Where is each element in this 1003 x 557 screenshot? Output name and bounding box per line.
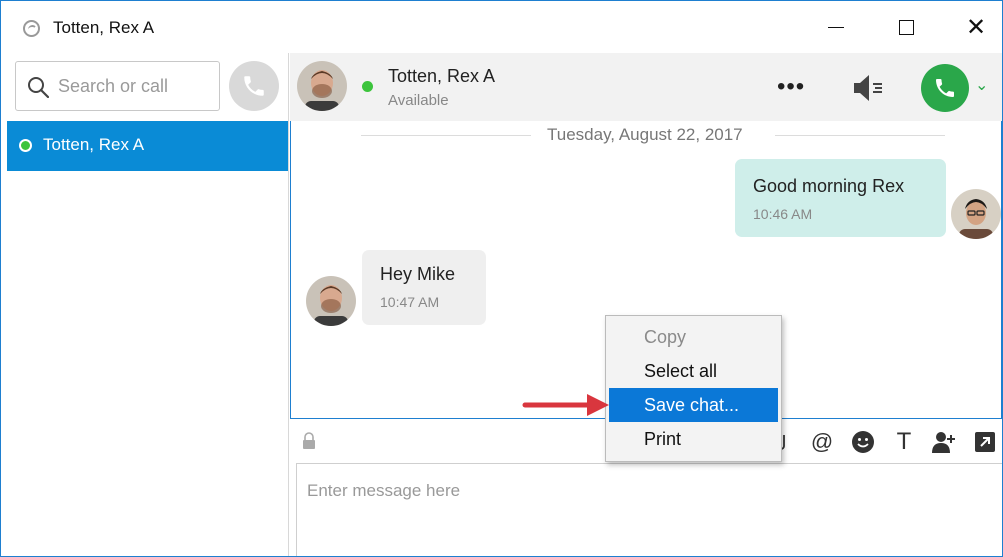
conversation-header: Totten, Rex A Available ••• ⌄ bbox=[290, 53, 1002, 121]
add-participant-icon[interactable] bbox=[931, 429, 957, 455]
smiley-icon bbox=[852, 431, 874, 453]
minimize-icon bbox=[828, 26, 844, 28]
contact-name: Totten, Rex A bbox=[388, 66, 496, 86]
incoming-message[interactable]: Hey Mike 10:47 AM bbox=[362, 250, 486, 325]
title-bar: Totten, Rex A ✕ bbox=[1, 1, 1002, 53]
presence-available-icon bbox=[19, 139, 32, 152]
window-title: Totten, Rex A bbox=[53, 18, 155, 37]
self-avatar-image bbox=[951, 189, 1001, 239]
sidebar-call-button[interactable] bbox=[229, 61, 279, 111]
menu-item-label: Print bbox=[644, 429, 682, 449]
outgoing-message[interactable]: Good morning Rex 10:46 AM bbox=[735, 159, 946, 237]
search-input[interactable] bbox=[58, 72, 213, 100]
popout-arrow-icon bbox=[975, 432, 995, 452]
text-format-icon[interactable]: T bbox=[891, 428, 917, 455]
chevron-down-icon[interactable]: ⌄ bbox=[975, 75, 988, 95]
menu-item-print[interactable]: Print bbox=[609, 422, 778, 456]
message-time: 10:46 AM bbox=[753, 206, 813, 222]
menu-item-label: Copy bbox=[644, 327, 687, 347]
context-menu: Copy Select all Save chat... Print bbox=[605, 315, 782, 462]
call-button[interactable] bbox=[921, 64, 969, 112]
phone-icon bbox=[936, 79, 954, 97]
emoji-icon[interactable] bbox=[850, 429, 876, 455]
close-button[interactable]: ✕ bbox=[953, 1, 999, 53]
menu-item-label: Save chat... bbox=[644, 395, 740, 415]
lock-icon bbox=[303, 432, 315, 449]
message-compose-box[interactable] bbox=[296, 463, 1002, 556]
search-icon bbox=[28, 77, 49, 98]
menu-item-label: Select all bbox=[644, 361, 718, 381]
maximize-button[interactable] bbox=[883, 1, 929, 53]
search-box[interactable] bbox=[15, 61, 220, 111]
message-input[interactable] bbox=[307, 478, 987, 504]
message-text: Good morning Rex bbox=[753, 176, 905, 196]
minimize-button[interactable] bbox=[813, 1, 859, 53]
contacts-sidebar: Totten, Rex A bbox=[7, 53, 289, 556]
date-divider-line bbox=[361, 135, 531, 136]
message-text: Hey Mike bbox=[380, 264, 456, 284]
contact-list-item[interactable]: Totten, Rex A bbox=[7, 121, 288, 171]
avatar[interactable] bbox=[297, 61, 347, 111]
date-divider-line bbox=[775, 135, 945, 136]
message-time: 10:47 AM bbox=[380, 294, 440, 310]
contact-name: Totten, Rex A bbox=[43, 135, 145, 154]
menu-item-select-all[interactable]: Select all bbox=[609, 354, 778, 388]
app-logo-icon bbox=[23, 20, 40, 37]
presence-status: Available bbox=[388, 92, 449, 109]
mention-icon[interactable]: @ bbox=[809, 429, 835, 455]
contact-avatar-image bbox=[306, 276, 356, 326]
menu-item-copy[interactable]: Copy bbox=[609, 320, 778, 354]
speaker-volume-icon[interactable] bbox=[851, 72, 885, 104]
add-person-icon bbox=[932, 432, 955, 453]
annotation-arrow-icon bbox=[522, 394, 609, 416]
app-window: Totten, Rex A ✕ Totten, Rex A bbox=[0, 0, 1003, 557]
more-options-icon[interactable]: ••• bbox=[777, 73, 805, 101]
maximize-icon bbox=[898, 19, 914, 35]
popout-icon[interactable] bbox=[972, 429, 998, 455]
presence-available-icon bbox=[362, 81, 373, 92]
phone-icon bbox=[244, 76, 264, 96]
avatar bbox=[306, 276, 356, 326]
date-separator: Tuesday, August 22, 2017 bbox=[547, 125, 743, 144]
contact-avatar-image bbox=[297, 61, 347, 111]
menu-item-save-chat[interactable]: Save chat... bbox=[609, 388, 778, 422]
avatar bbox=[951, 189, 1001, 239]
